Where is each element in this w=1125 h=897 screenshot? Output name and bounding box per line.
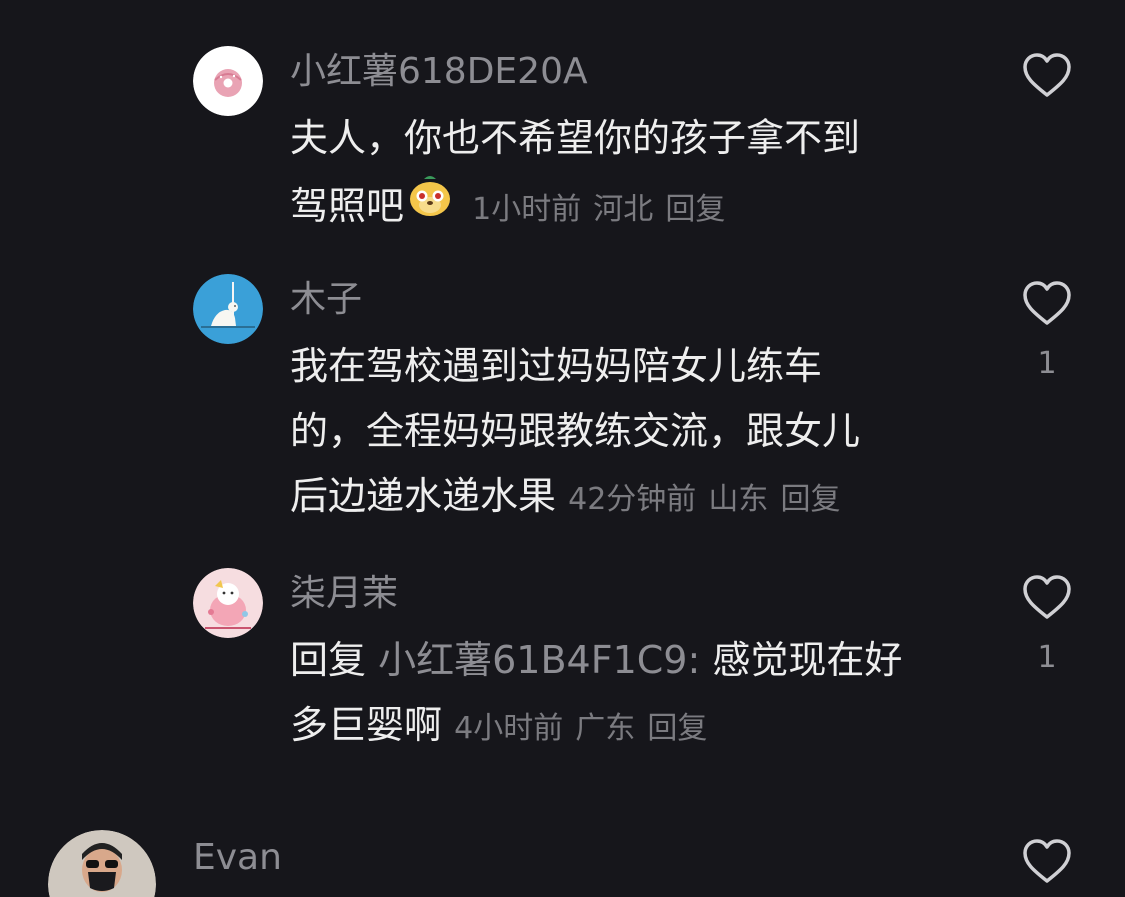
comment-location: 河北 [593, 192, 654, 227]
like-icon[interactable] [1021, 838, 1073, 886]
comment-text: 回复 小红薯61B4F1C9: 感觉现在好 多巨婴啊 4小时前 广东 回复 [290, 628, 970, 761]
comment-line: 多巨婴啊 4小时前 广东 回复 [290, 693, 970, 761]
comment-time: 42分钟前 [568, 482, 697, 517]
comment-line: 回复 小红薯61B4F1C9: 感觉现在好 [290, 628, 970, 693]
like-count: 1 [1037, 640, 1057, 675]
comment-line: 驾照吧 1小时前 河北 回复 [290, 171, 970, 242]
avatar[interactable] [48, 830, 156, 897]
reply-prefix: 回复 [290, 638, 367, 682]
reply-target-username[interactable]: 小红薯61B4F1C9: [378, 638, 700, 682]
comment-username[interactable]: Evan [193, 836, 282, 880]
like-icon[interactable] [1021, 574, 1073, 622]
reply-button[interactable]: 回复 [665, 192, 725, 227]
comment-text: 夫人，你也不希望你的孩子拿不到 驾照吧 1小时前 河北 回复 [290, 106, 970, 242]
comment-time: 4小时前 [454, 711, 564, 746]
comment-line: 的，全程妈妈跟教练交流，跟女儿 [290, 409, 861, 453]
reply-button[interactable]: 回复 [780, 482, 840, 517]
yellow-dog-emoji-icon [406, 171, 454, 219]
comment-location: 广东 [575, 711, 636, 746]
reply-button[interactable]: 回复 [647, 711, 707, 746]
comment-line: 夫人，你也不希望你的孩子拿不到 [290, 116, 861, 160]
avatar[interactable] [193, 568, 263, 638]
comment-line: 后边递水递水果 42分钟前 山东 回复 [290, 464, 970, 532]
like-icon[interactable] [1021, 52, 1073, 100]
comment-line: 我在驾校遇到过妈妈陪女儿练车 [290, 344, 823, 388]
avatar[interactable] [193, 274, 263, 344]
comment-location: 山东 [708, 482, 769, 517]
comment-username[interactable]: 柒月茉 [290, 572, 398, 616]
comment-list: 小红薯618DE20A 夫人，你也不希望你的孩子拿不到 驾照吧 1小时前 河北 [0, 0, 1125, 897]
like-count: 1 [1037, 346, 1057, 381]
comment-line-text: 后边递水递水果 [290, 474, 557, 518]
comment-text: 我在驾校遇到过妈妈陪女儿练车 的，全程妈妈跟教练交流，跟女儿 后边递水递水果 4… [290, 334, 970, 532]
like-icon[interactable] [1021, 280, 1073, 328]
avatar[interactable] [193, 46, 263, 116]
comment-username[interactable]: 木子 [290, 278, 362, 322]
comment-username[interactable]: 小红薯618DE20A [290, 50, 588, 94]
comment-line-text: 感觉现在好 [712, 638, 903, 682]
comment-time: 1小时前 [472, 192, 582, 227]
comment-line-text: 多巨婴啊 [290, 703, 443, 747]
comment-line-text: 驾照吧 [290, 184, 405, 228]
